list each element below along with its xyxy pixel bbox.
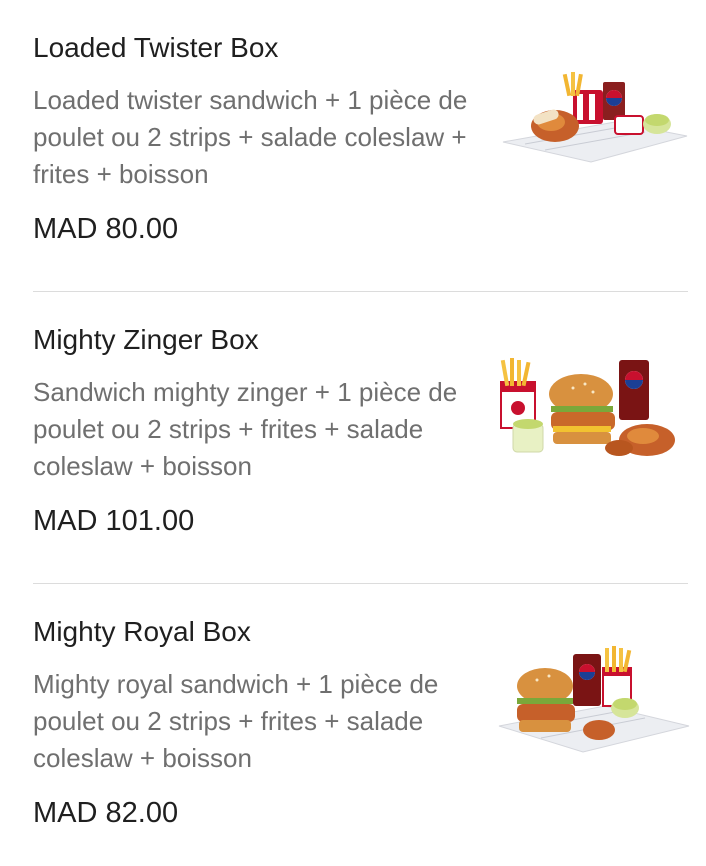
loaded-twister-box-photo-icon[interactable]	[495, 64, 691, 182]
menu-item-title: Mighty Zinger Box	[33, 324, 259, 355]
menu-item-price: MAD 80.00	[33, 213, 179, 245]
menu-item-info: Mighty Zinger Box Sandwich mighty zinger…	[33, 322, 483, 539]
mighty-zinger-box-photo-icon[interactable]	[495, 352, 691, 470]
menu-item-title: Loaded Twister Box	[33, 32, 279, 63]
menu-item-mighty-royal-box[interactable]: Mighty Royal Box Mighty royal sandwich +…	[0, 584, 706, 866]
menu-item-description: Loaded twister sandwich + 1 pièce de pou…	[33, 85, 468, 189]
menu-item-info: Mighty Royal Box Mighty royal sandwich +…	[33, 614, 483, 831]
menu-item-title: Mighty Royal Box	[33, 616, 251, 647]
menu-item-description: Sandwich mighty zinger + 1 pièce de poul…	[33, 377, 458, 481]
menu-item-mighty-zinger-box[interactable]: Mighty Zinger Box Sandwich mighty zinger…	[0, 292, 706, 584]
menu-list: Loaded Twister Box Loaded twister sandwi…	[0, 0, 706, 866]
menu-item-loaded-twister-box[interactable]: Loaded Twister Box Loaded twister sandwi…	[0, 0, 706, 292]
menu-item-price: MAD 101.00	[33, 505, 195, 537]
menu-item-price: MAD 82.00	[33, 797, 179, 829]
menu-item-description: Mighty royal sandwich + 1 pièce de poule…	[33, 669, 439, 773]
mighty-royal-box-photo-icon[interactable]	[495, 646, 691, 764]
menu-item-info: Loaded Twister Box Loaded twister sandwi…	[33, 30, 483, 247]
